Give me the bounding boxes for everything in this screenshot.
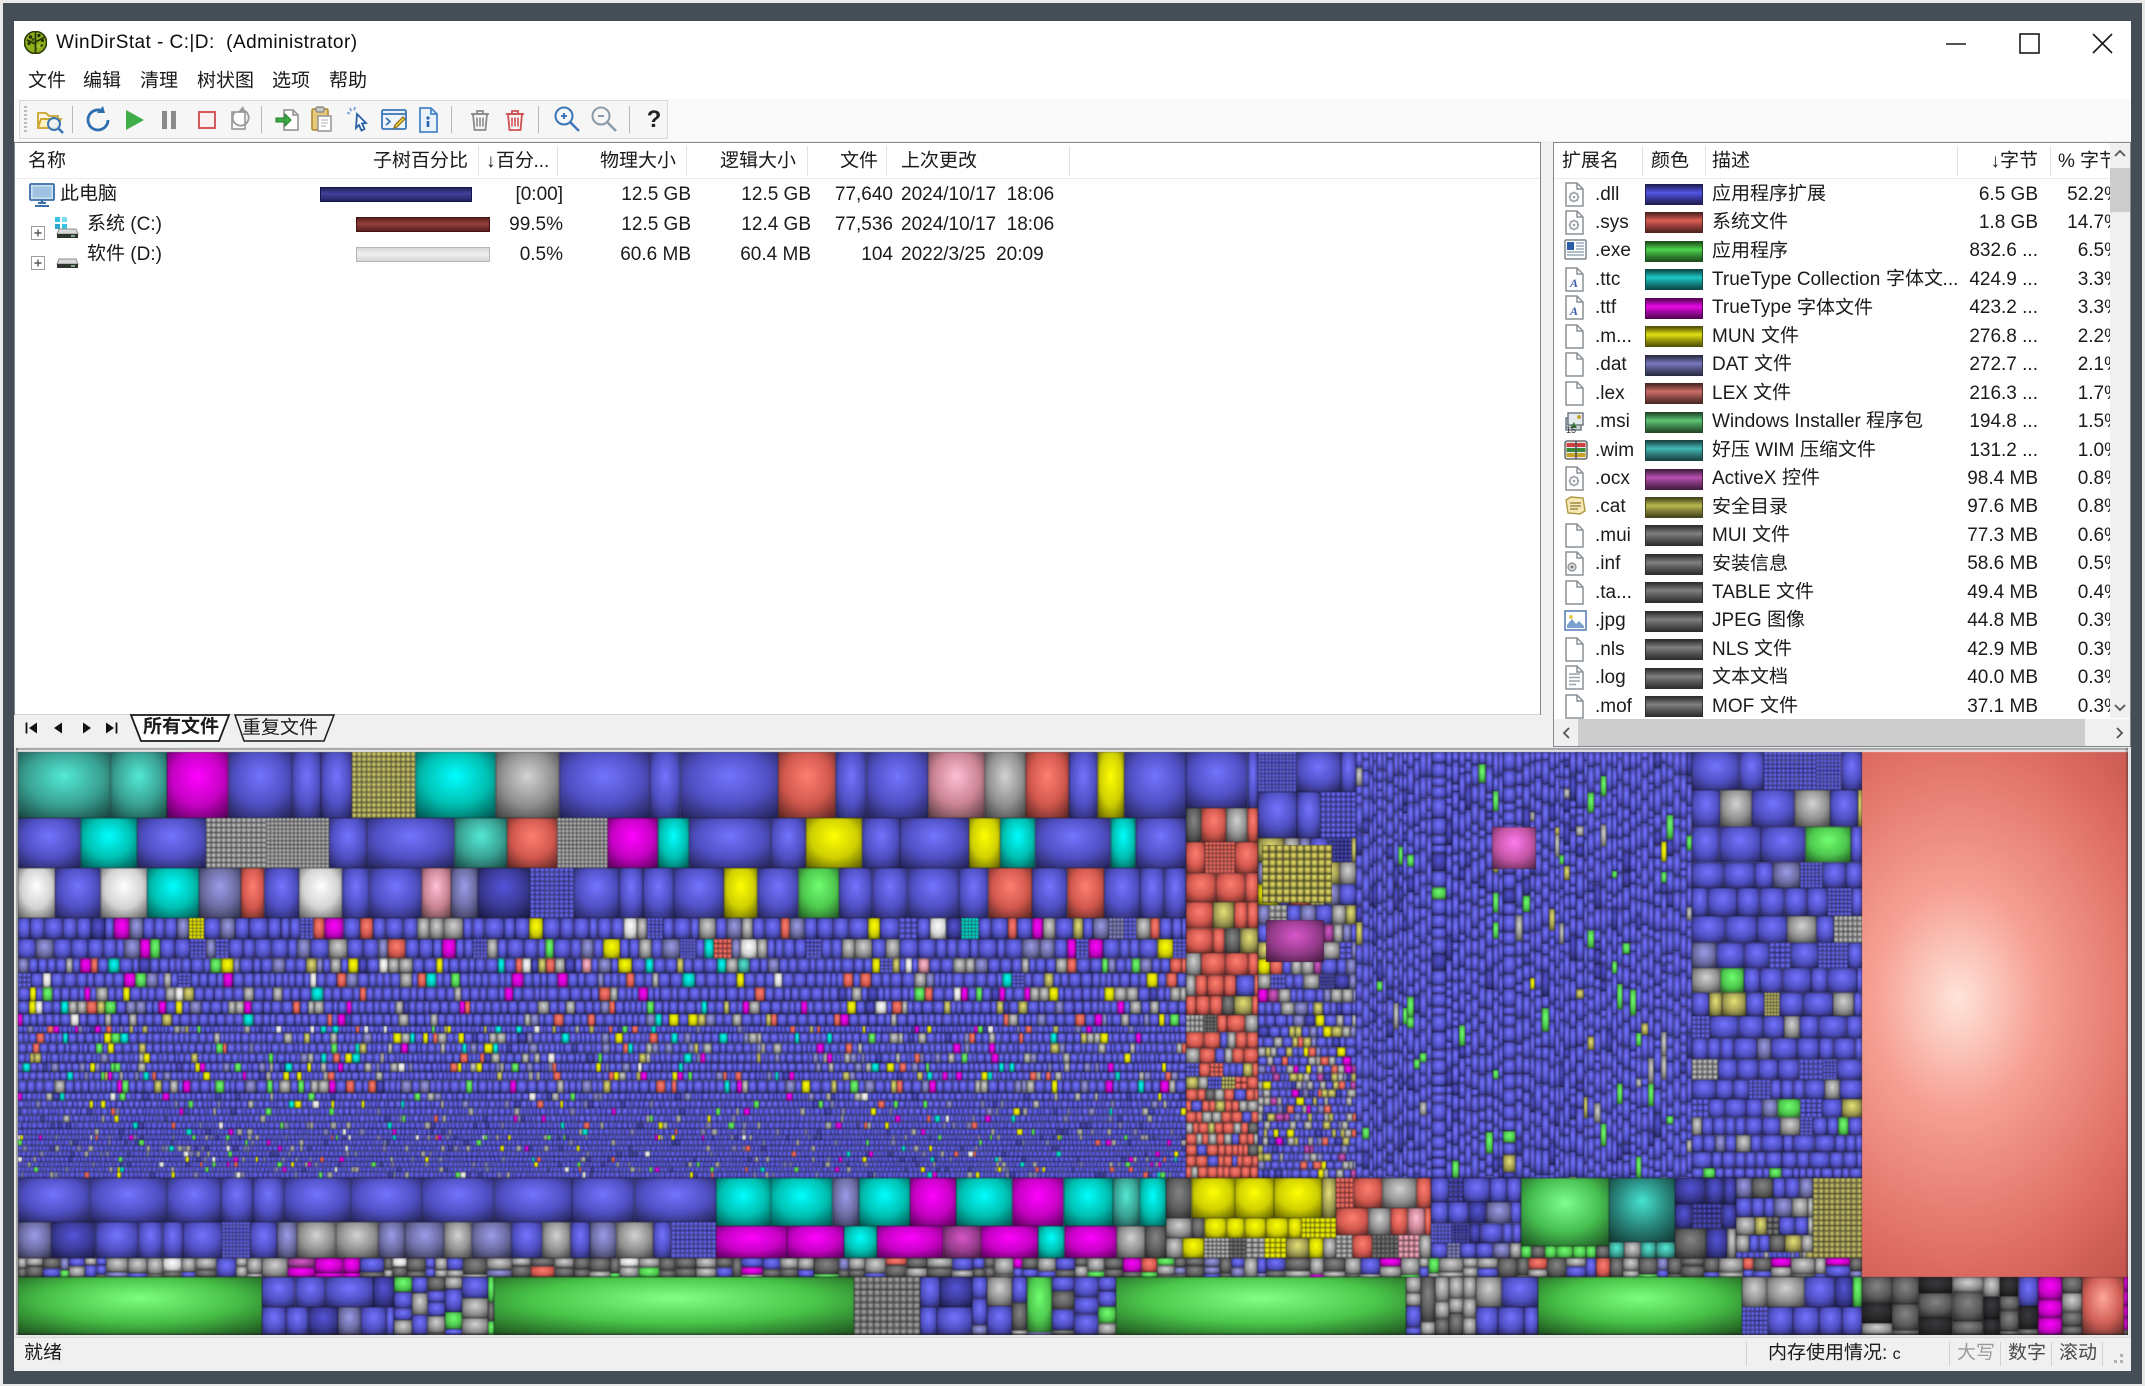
svg-text:A: A (1569, 304, 1578, 318)
svg-text:15: 15 (1566, 425, 1576, 434)
svg-text:A: A (1569, 276, 1578, 290)
